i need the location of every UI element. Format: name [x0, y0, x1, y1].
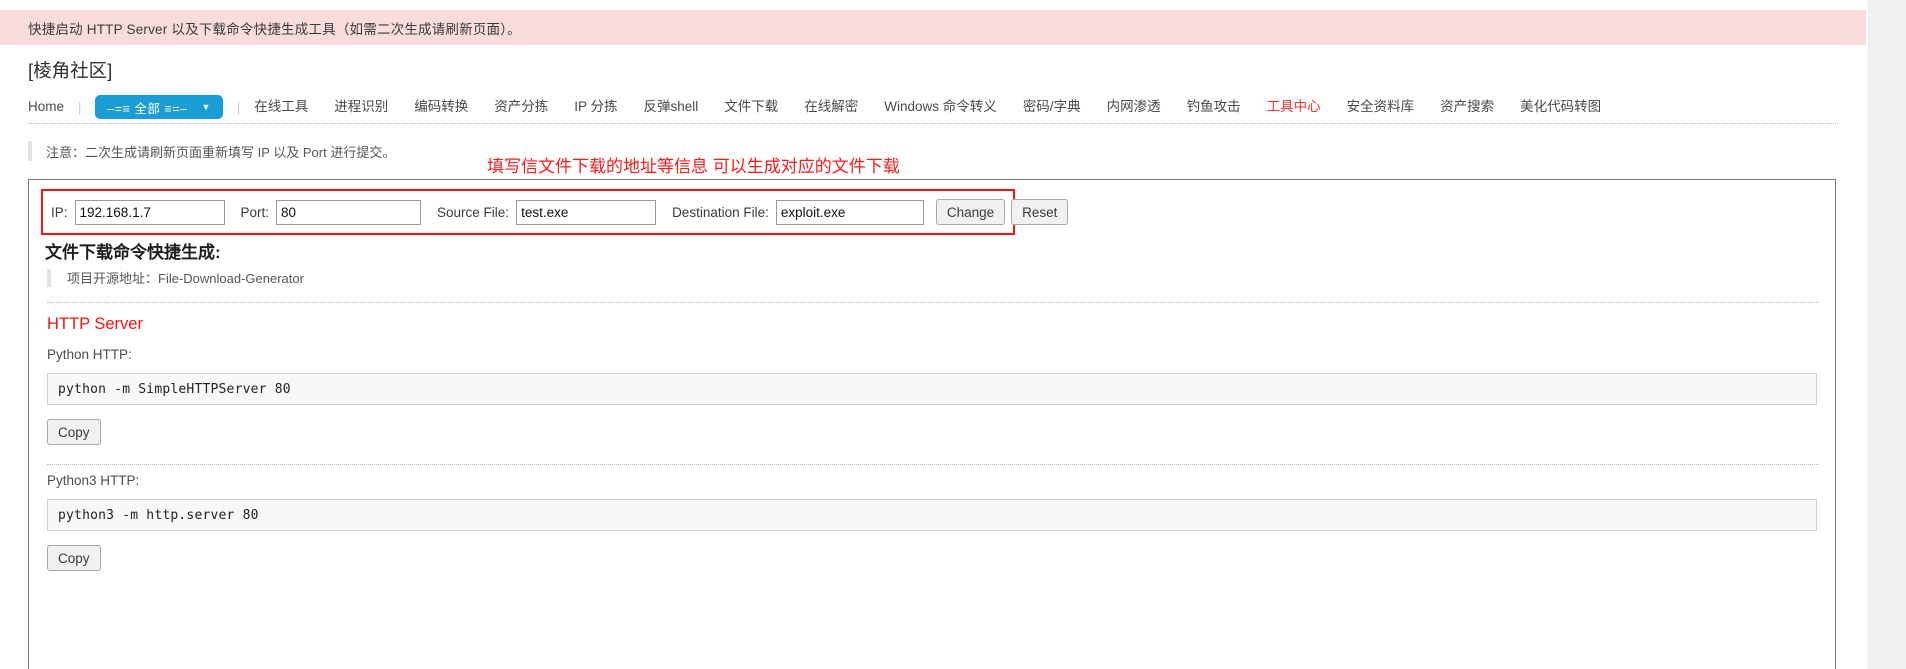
scrollbar-track[interactable] — [1868, 0, 1906, 669]
copy-button-0[interactable]: Copy — [47, 419, 101, 445]
destination-file-input[interactable] — [775, 199, 924, 225]
nav-item-2[interactable]: 编码转换 — [414, 97, 468, 117]
source-file-input[interactable] — [516, 199, 657, 225]
command-code-0[interactable]: python -m SimpleHTTPServer 80 — [47, 373, 1817, 405]
project-source-note: 项目开源地址：File-Download-Generator — [47, 268, 304, 287]
nav-divider — [28, 123, 1838, 124]
panel-divider-2 — [47, 464, 1819, 465]
nav-dropdown-label: –=≡ 全部 ≡=– — [107, 101, 188, 116]
destination-file-label: Destination File: — [672, 204, 769, 220]
alert-text: 快捷启动 HTTP Server 以及下载命令快捷生成工具（如需二次生成请刷新页… — [28, 21, 521, 37]
panel-divider-1 — [47, 302, 1819, 303]
nav-item-13[interactable]: 安全资料库 — [1347, 97, 1415, 117]
alert-banner: 快捷启动 HTTP Server 以及下载命令快捷生成工具（如需二次生成请刷新页… — [0, 10, 1866, 45]
refresh-note: 注意：二次生成请刷新页面重新填写 IP 以及 Port 进行提交。 — [28, 141, 395, 161]
http-server-heading: HTTP Server — [47, 315, 143, 333]
chevron-down-icon: ▼ — [201, 101, 211, 112]
refresh-note-text: 注意：二次生成请刷新页面重新填写 IP 以及 Port 进行提交。 — [46, 144, 396, 160]
site-header: [棱角社区] Home | –=≡ 全部 ≡=– ▼ | 在线工具 进程识别 编… — [0, 58, 1866, 122]
nav-item-4[interactable]: IP 分拣 — [574, 97, 617, 117]
nav-separator-right: | — [236, 99, 241, 115]
section-title: 文件下载命令快捷生成: — [45, 243, 221, 262]
download-form: IP: Port: Source File: Destination File:… — [41, 189, 1069, 235]
note-accent-bar — [28, 141, 32, 161]
ip-input[interactable] — [74, 199, 225, 225]
source-file-label: Source File: — [437, 204, 510, 220]
nav-item-0[interactable]: 在线工具 — [254, 97, 308, 117]
nav-item-3[interactable]: 资产分拣 — [494, 97, 548, 117]
reset-button[interactable]: Reset — [1011, 199, 1069, 225]
port-input[interactable] — [276, 199, 422, 225]
nav-item-1[interactable]: 进程识别 — [334, 97, 388, 117]
nav-item-12[interactable]: 工具中心 — [1267, 97, 1321, 117]
project-accent-bar — [47, 268, 51, 287]
command-label-0: Python HTTP: — [47, 347, 132, 362]
nav-dropdown-all[interactable]: –=≡ 全部 ≡=– ▼ — [95, 95, 223, 119]
nav-item-7[interactable]: 在线解密 — [804, 97, 858, 117]
nav-item-9[interactable]: 密码/字典 — [1023, 97, 1081, 117]
nav-item-14[interactable]: 资产搜索 — [1440, 97, 1494, 117]
nav-item-11[interactable]: 钓鱼攻击 — [1187, 97, 1241, 117]
nav-separator-left: | — [78, 99, 82, 115]
port-label: Port: — [240, 204, 270, 220]
project-source-text: 项目开源地址：File-Download-Generator — [67, 271, 304, 286]
nav-item-15[interactable]: 美化代码转图 — [1520, 97, 1601, 117]
nav-item-10[interactable]: 内网渗透 — [1107, 97, 1161, 117]
annotation-text: 填写信文件下载的地址等信息 可以生成对应的文件下载 — [487, 157, 900, 176]
nav-item-5[interactable]: 反弹shell — [644, 97, 699, 117]
main-navigation: Home | –=≡ 全部 ≡=– ▼ | 在线工具 进程识别 编码转换 资产分… — [0, 92, 1866, 122]
nav-item-8[interactable]: Windows 命令转义 — [884, 97, 997, 117]
nav-item-6[interactable]: 文件下载 — [724, 97, 778, 117]
nav-item-home[interactable]: Home — [28, 97, 64, 117]
page-root: 快捷启动 HTTP Server 以及下载命令快捷生成工具（如需二次生成请刷新页… — [0, 0, 1906, 669]
copy-button-1[interactable]: Copy — [47, 545, 101, 571]
ip-label: IP: — [51, 204, 68, 220]
site-brand: [棱角社区] — [28, 60, 113, 81]
command-label-1: Python3 HTTP: — [47, 473, 140, 488]
command-code-1[interactable]: python3 -m http.server 80 — [47, 499, 1817, 531]
change-button[interactable]: Change — [935, 199, 1006, 225]
main-content-panel: IP: Port: Source File: Destination File:… — [28, 179, 1836, 669]
